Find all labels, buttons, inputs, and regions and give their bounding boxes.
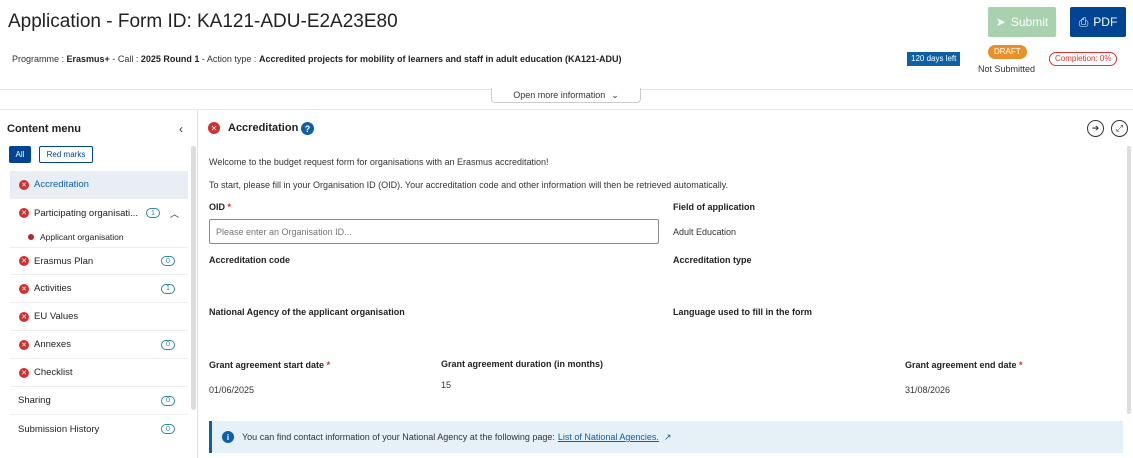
submit-label: Submit [1010, 15, 1049, 29]
content-menu: Content menu ‹ All Red marks ✕ Accredita… [0, 110, 198, 458]
print-icon: ⎙ [1078, 14, 1089, 29]
expand-icon[interactable]: ⤢ [1111, 120, 1128, 137]
page-title: Application - Form ID: KA121-ADU-E2A23E8… [8, 11, 398, 32]
external-link-icon: ↗ [663, 431, 672, 442]
content-menu-title: Content menu [7, 123, 81, 135]
menu-item-participating-organisations[interactable]: ✕ Participating organisati... 1 ︿ [10, 199, 188, 227]
count-badge: 0 [161, 339, 175, 350]
pdf-button[interactable]: ⎙ PDF [1070, 7, 1126, 37]
menu-item-erasmus-plan[interactable]: ✕ Erasmus Plan 0 [10, 247, 188, 275]
section-title: Accreditation [228, 122, 299, 134]
oid-label: OID * [209, 202, 232, 212]
count-badge: 1 [146, 208, 160, 218]
info-box: i You can find contact information of yo… [209, 421, 1123, 453]
menu-item-accreditation[interactable]: ✕ Accreditation [10, 171, 188, 199]
menu-item-submission-history[interactable]: Submission History 0 [10, 415, 188, 443]
chevron-up-icon[interactable]: ︿ [170, 207, 179, 220]
info-icon: i [222, 431, 234, 443]
oid-input[interactable] [209, 219, 659, 244]
programme-info: Programme : Erasmus+ - Call : 2025 Round… [12, 54, 622, 64]
menu-item-applicant-organisation[interactable]: Applicant organisation [28, 232, 124, 242]
end-date-label: Grant agreement end date * [905, 360, 1023, 370]
start-date-label: Grant agreement start date * [209, 360, 331, 370]
national-agency-label: National Agency of the applicant organis… [209, 307, 405, 317]
open-more-info-button[interactable]: Open more information ⌄ [491, 88, 641, 103]
error-icon: ✕ [208, 122, 220, 134]
error-icon: ✕ [19, 179, 29, 190]
pdf-label: PDF [1093, 15, 1118, 29]
completion-badge: Completion: 0% [1049, 52, 1118, 66]
required-asterisk: * [227, 202, 232, 212]
main-content: ✕ Accreditation ? ➔ ⤢ Welcome to the bud… [199, 110, 1133, 458]
duration-label: Grant agreement duration (in months) [441, 359, 604, 369]
filter-all-button[interactable]: All [9, 146, 31, 163]
accreditation-type-label: Accreditation type [673, 255, 752, 265]
main-scrollbar[interactable] [1127, 146, 1131, 414]
menu-item-eu-values[interactable]: ✕ EU Values [10, 303, 188, 331]
field-of-application-label: Field of application [673, 202, 756, 212]
error-icon: ✕ [19, 367, 29, 378]
send-icon: ➤ [995, 15, 1006, 29]
arrow-right-icon[interactable]: ➔ [1087, 120, 1104, 137]
error-icon: ✕ [19, 256, 29, 266]
count-badge: 0 [161, 424, 175, 434]
start-date-value: 01/06/2025 [209, 385, 255, 395]
error-dot-icon [28, 234, 34, 240]
end-date-value: 31/08/2026 [905, 385, 951, 395]
duration-value: 15 [441, 380, 452, 390]
error-icon: ✕ [19, 339, 29, 350]
required-asterisk: * [1019, 360, 1023, 370]
info-text: You can find contact information of your… [242, 432, 555, 442]
error-icon: ✕ [19, 283, 29, 294]
help-icon[interactable]: ? [301, 122, 314, 135]
count-badge: 1 [161, 283, 175, 294]
error-icon: ✕ [19, 311, 29, 322]
error-icon: ✕ [19, 208, 29, 218]
menu-item-sharing[interactable]: Sharing 0 [10, 387, 188, 415]
count-badge: 0 [161, 395, 175, 406]
menu-item-annexes[interactable]: ✕ Annexes 0 [10, 331, 188, 359]
draft-badge: DRAFT [988, 45, 1027, 59]
instructions-text: To start, please fill in your Organisati… [209, 180, 729, 190]
accreditation-code-label: Accreditation code [209, 255, 291, 265]
submit-button[interactable]: ➤ Submit [988, 7, 1056, 37]
language-label: Language used to fill in the form [673, 307, 813, 317]
field-of-application-value: Adult Education [673, 227, 737, 237]
days-left-badge: 120 days left [907, 52, 961, 66]
menu-item-activities[interactable]: ✕ Activities 1 [10, 275, 188, 303]
menu-item-checklist[interactable]: ✕ Checklist [10, 359, 188, 387]
collapse-menu-icon[interactable]: ‹ [179, 122, 183, 136]
chevron-down-icon: ⌄ [611, 89, 619, 100]
national-agencies-link[interactable]: List of National Agencies. [558, 432, 659, 442]
submission-status: Not Submitted [978, 64, 1036, 74]
required-asterisk: * [326, 360, 331, 370]
intro-text: Welcome to the budget request form for o… [209, 157, 549, 167]
sidebar-scrollbar[interactable] [191, 146, 196, 410]
filter-red-marks-button[interactable]: Red marks [39, 146, 93, 163]
count-badge: 0 [161, 256, 175, 266]
